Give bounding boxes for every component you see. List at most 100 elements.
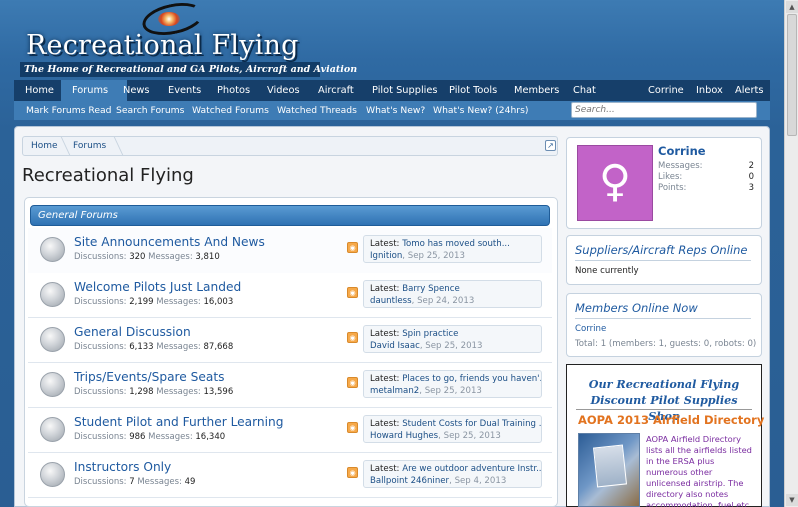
nav-pilot-tools[interactable]: Pilot Tools xyxy=(449,80,497,101)
stat-value: 3 xyxy=(748,183,754,193)
latest-title[interactable]: Are we outdoor adventure Instr... xyxy=(402,464,541,474)
latest-date: Sep 25, 2013 xyxy=(424,386,482,396)
rss-icon[interactable]: ◉ xyxy=(347,467,358,478)
latest-label: Latest: xyxy=(370,419,400,429)
stat-label: Likes: xyxy=(658,172,683,182)
latest-title[interactable]: Places to go, friends you haven'... xyxy=(402,374,541,384)
latest-title[interactable]: Student Costs for Dual Training ... xyxy=(402,419,541,429)
site-title[interactable]: Recreational Flying xyxy=(26,30,299,61)
visitor-stat: Messages: 2 xyxy=(658,161,754,171)
messages-count: 16,003 xyxy=(203,297,234,307)
vertical-scrollbar[interactable]: ▲ ▼ xyxy=(784,0,798,507)
suppliers-online-text: None currently xyxy=(575,266,639,276)
scroll-up-icon[interactable]: ▲ xyxy=(786,1,798,13)
messages-label: Messages: xyxy=(156,387,201,397)
latest-post: Latest: Spin practice David Isaac, Sep 25… xyxy=(363,325,542,353)
female-symbol-icon: ♀ xyxy=(598,156,632,207)
stat-label: Messages: xyxy=(658,161,703,171)
scrollbar-thumb[interactable] xyxy=(787,14,797,136)
scroll-down-icon[interactable]: ▼ xyxy=(786,494,798,506)
nav-news[interactable]: News xyxy=(123,80,149,101)
forum-node-icon xyxy=(40,417,65,442)
section-divider xyxy=(575,260,751,261)
members-online-title[interactable]: Members Online Now xyxy=(575,301,698,315)
forum-title[interactable]: Welcome Pilots Just Landed xyxy=(74,280,241,294)
discussions-count: 320 xyxy=(129,252,146,262)
rss-icon[interactable]: ◉ xyxy=(347,377,358,388)
messages-count: 3,810 xyxy=(195,252,220,262)
subnav-search-forums[interactable]: Search Forums xyxy=(116,101,184,120)
rss-icon[interactable]: ◉ xyxy=(347,422,358,433)
messages-label: Messages: xyxy=(137,477,182,487)
nav-alerts[interactable]: Alerts xyxy=(735,80,763,101)
discussions-count: 1,298 xyxy=(129,387,154,397)
nav-home[interactable]: Home xyxy=(25,80,54,101)
main-nav: Home Forums News Events Photos Videos Ai… xyxy=(14,80,770,101)
nav-members[interactable]: Members xyxy=(514,80,559,101)
latest-date: Sep 25, 2013 xyxy=(425,341,483,351)
stat-value: 0 xyxy=(748,172,754,182)
forum-title[interactable]: General Discussion xyxy=(74,325,191,339)
latest-user[interactable]: metalman2 xyxy=(370,386,419,396)
discussions-label: Discussions: xyxy=(74,297,127,307)
latest-post: Latest: Barry Spence dauntless, Sep 24, 2… xyxy=(363,280,542,308)
latest-title[interactable]: Spin practice xyxy=(402,329,458,339)
nav-videos[interactable]: Videos xyxy=(267,80,300,101)
rss-icon[interactable]: ◉ xyxy=(347,242,358,253)
forum-stats: Discussions: 986 Messages: 16,340 xyxy=(74,432,225,442)
suppliers-online-title[interactable]: Suppliers/Aircraft Reps Online xyxy=(575,243,747,257)
stat-label: Points: xyxy=(658,183,687,193)
breadcrumb-forums[interactable]: Forums xyxy=(73,137,106,155)
messages-label: Messages: xyxy=(148,252,193,262)
rss-icon[interactable]: ◉ xyxy=(347,287,358,298)
subnav-whats-new[interactable]: What's New? xyxy=(366,101,425,120)
discussions-count: 7 xyxy=(129,477,135,487)
book-cover-icon xyxy=(592,444,628,488)
online-member-link[interactable]: Corrine xyxy=(575,324,606,334)
forum-title[interactable]: Site Announcements And News xyxy=(74,235,265,249)
nav-inbox[interactable]: Inbox xyxy=(696,80,723,101)
latest-user[interactable]: Ballpoint 246niner xyxy=(370,476,449,486)
subnav-mark-forums-read[interactable]: Mark Forums Read xyxy=(26,101,112,120)
product-title[interactable]: AOPA 2013 Airfield Directory xyxy=(578,413,764,427)
forum-stats: Discussions: 6,133 Messages: 87,668 xyxy=(74,342,233,352)
discussions-count: 986 xyxy=(129,432,146,442)
category-header[interactable]: General Forums xyxy=(30,205,550,226)
messages-count: 87,668 xyxy=(203,342,234,352)
latest-title[interactable]: Barry Spence xyxy=(402,284,460,294)
visitor-name[interactable]: Corrine xyxy=(658,144,706,158)
nav-chat[interactable]: Chat xyxy=(573,80,596,101)
latest-user[interactable]: dauntless xyxy=(370,296,412,306)
popout-icon[interactable]: ↗ xyxy=(545,140,556,151)
nav-events[interactable]: Events xyxy=(168,80,201,101)
nav-photos[interactable]: Photos xyxy=(217,80,250,101)
subnav-watched-threads[interactable]: Watched Threads xyxy=(277,101,357,120)
forum-title[interactable]: Trips/Events/Spare Seats xyxy=(74,370,225,384)
discussions-label: Discussions: xyxy=(74,252,127,262)
latest-label: Latest: xyxy=(370,239,400,249)
nav-forums[interactable]: Forums xyxy=(72,80,108,101)
latest-user[interactable]: Ignition xyxy=(370,251,402,261)
latest-title[interactable]: Tomo has moved south... xyxy=(402,239,510,249)
latest-date: Sep 24, 2013 xyxy=(417,296,475,306)
latest-post: Latest: Are we outdoor adventure Instr..… xyxy=(363,460,542,488)
latest-user[interactable]: Howard Hughes xyxy=(370,431,438,441)
forum-title[interactable]: Instructors Only xyxy=(74,460,171,474)
rss-icon[interactable]: ◉ xyxy=(347,332,358,343)
subnav-watched-forums[interactable]: Watched Forums xyxy=(192,101,269,120)
latest-label: Latest: xyxy=(370,374,400,384)
latest-user[interactable]: David Isaac xyxy=(370,341,420,351)
forum-node-icon xyxy=(40,327,65,352)
forum-title[interactable]: Student Pilot and Further Learning xyxy=(74,415,284,429)
search-input[interactable] xyxy=(571,102,757,118)
messages-label: Messages: xyxy=(156,342,201,352)
discussions-count: 2,199 xyxy=(129,297,154,307)
forum-node-icon xyxy=(40,372,65,397)
discussions-label: Discussions: xyxy=(74,432,127,442)
forum-stats: Discussions: 2,199 Messages: 16,003 xyxy=(74,297,233,307)
subnav-whats-new-24hrs[interactable]: What's New? (24hrs) xyxy=(433,101,528,120)
nav-aircraft[interactable]: Aircraft xyxy=(318,80,354,101)
nav-pilot-supplies[interactable]: Pilot Supplies xyxy=(372,80,438,101)
nav-user-account[interactable]: Corrine xyxy=(648,80,684,101)
members-online-total: Total: 1 (members: 1, guests: 0, robots:… xyxy=(575,339,757,349)
